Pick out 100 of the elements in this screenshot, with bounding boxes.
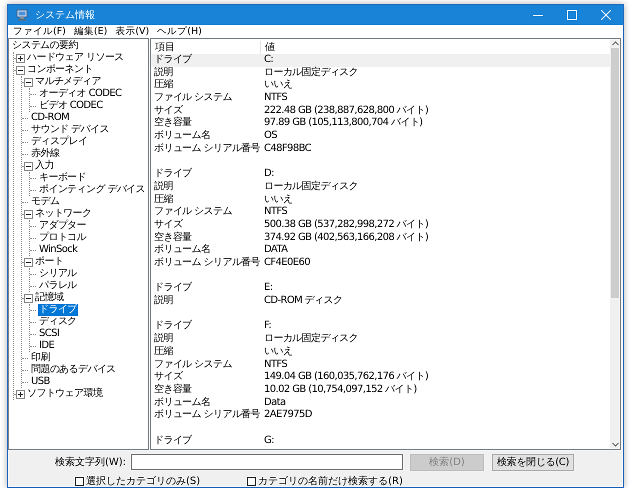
- expand-icon[interactable]: [16, 390, 25, 398]
- tree-item[interactable]: ドライブ: [38, 304, 78, 316]
- tree-item[interactable]: WinSock: [38, 244, 78, 256]
- table-cell-text: Data: [263, 396, 286, 410]
- tree-item[interactable]: 印刷: [30, 352, 51, 364]
- table-cell-text: ファイル システム: [153, 358, 232, 371]
- collapse-icon[interactable]: [24, 294, 33, 302]
- table-cell-text: ドライブ: [153, 320, 192, 332]
- window-title: システム情報: [35, 8, 96, 22]
- menu-item[interactable]: 編集(E): [70, 25, 112, 38]
- table-cell-text: C:: [263, 54, 274, 67]
- tree-item[interactable]: システムの要約: [11, 40, 79, 52]
- close-icon[interactable]: [601, 10, 611, 20]
- scroll-up-icon[interactable]: [612, 41, 618, 46]
- collapse-icon[interactable]: [16, 66, 25, 74]
- collapse-icon[interactable]: [24, 258, 33, 266]
- tree-item[interactable]: ポート: [34, 256, 64, 268]
- table-cell-text: ドライブ: [153, 54, 192, 66]
- table-cell-text: 500.38 GB (537,282,998,272 バイト): [263, 218, 430, 232]
- tree-item[interactable]: ソフトウェア環境: [26, 388, 104, 400]
- menu-item[interactable]: ファイル(F): [9, 25, 70, 38]
- collapse-icon[interactable]: [24, 162, 33, 170]
- tree-item[interactable]: ディスク: [38, 316, 78, 328]
- tree-item[interactable]: 入力: [34, 160, 55, 172]
- table-cell-text: ドライブ: [153, 168, 192, 180]
- tree-item[interactable]: CD-ROM: [30, 112, 70, 124]
- computer-icon: [16, 9, 29, 21]
- tree-item[interactable]: マルチメディア: [34, 76, 102, 88]
- tree-item[interactable]: IDE: [38, 340, 56, 352]
- checkbox[interactable]: [247, 476, 256, 486]
- table-cell-text: 222.48 GB (238,887,628,800 バイト): [263, 104, 430, 117]
- table-cell-text: CF4E0E60: [263, 257, 312, 270]
- checkbox-option[interactable]: カテゴリの名前だけ検索する(R): [247, 474, 403, 488]
- tree-item[interactable]: アダプター: [38, 220, 88, 232]
- table-cell-text: 10.02 GB (10,754,097,152 バイト): [263, 384, 418, 397]
- maximize-icon[interactable]: [567, 10, 577, 20]
- table-cell-text: 空き容量: [153, 117, 192, 130]
- search-label: 検索文字列(W):: [54, 456, 127, 469]
- tree-item[interactable]: オーディオ CODEC: [38, 88, 122, 100]
- table-cell-text: 374.92 GB (402,563,166,208 バイト): [263, 232, 430, 244]
- selected-row[interactable]: ドライブ C:: [151, 54, 610, 67]
- tree-item[interactable]: 記憶域: [34, 292, 64, 304]
- table-cell-text: E:: [263, 282, 274, 296]
- table-cell-text: いいえ: [263, 346, 294, 359]
- table-cell-text: ボリューム シリアル番号: [153, 409, 260, 422]
- table-cell-text: G:: [263, 434, 275, 448]
- tree-item[interactable]: モデム: [30, 196, 60, 208]
- table-cell-text: ボリューム シリアル番号: [153, 142, 260, 156]
- scrollbar-thumb[interactable]: [611, 48, 619, 298]
- tree-item[interactable]: 問題のあるデバイス: [30, 364, 117, 376]
- tree-item[interactable]: 赤外線: [30, 148, 60, 160]
- tree-item[interactable]: コンポーネント: [26, 64, 94, 76]
- table-cell-text: ファイル システム: [153, 206, 232, 219]
- tree-item[interactable]: ビデオ CODEC: [38, 100, 104, 112]
- tree-item[interactable]: USB: [30, 376, 51, 388]
- close-search-button[interactable]: 検索を閉じる(C): [492, 454, 574, 470]
- table-cell-text: NTFS: [263, 358, 288, 372]
- tree-item[interactable]: キーボード: [38, 172, 88, 184]
- checkbox[interactable]: [75, 476, 84, 486]
- collapse-icon[interactable]: [24, 78, 33, 86]
- expand-icon[interactable]: [16, 54, 25, 62]
- table-cell-text: サイズ: [153, 104, 182, 116]
- table-cell-text: 2AE7975D: [263, 409, 313, 422]
- tree-item[interactable]: サウンド デバイス: [30, 124, 110, 136]
- collapse-icon[interactable]: [24, 210, 33, 218]
- table-cell-text: ファイル システム: [153, 92, 232, 105]
- table-cell-text: F:: [263, 320, 272, 334]
- table-cell-text: 149.04 GB (160,035,762,176 バイト): [263, 371, 430, 384]
- scrollbar[interactable]: [610, 39, 620, 449]
- tree-item[interactable]: ネットワーク: [34, 208, 92, 220]
- table-cell-text: NTFS: [263, 206, 288, 219]
- table-cell-text: 説明: [153, 66, 173, 78]
- table-cell-text: 説明: [153, 333, 173, 346]
- checkbox-option[interactable]: 選択したカテゴリのみ(S): [75, 474, 200, 488]
- table-cell-text: DATA: [263, 244, 289, 258]
- tree-item[interactable]: SCSI: [38, 328, 60, 340]
- column-header[interactable]: 値: [261, 41, 610, 54]
- table-cell-text: CD-ROM ディスク: [263, 295, 344, 308]
- table-cell-text: ローカル固定ディスク: [263, 180, 360, 194]
- menu-item[interactable]: ヘルプ(H): [153, 25, 206, 38]
- table-cell-text: 説明: [153, 180, 173, 194]
- search-field[interactable]: [131, 454, 403, 470]
- table-cell-text: ローカル固定ディスク: [263, 66, 360, 80]
- table-cell-text: 空き容量: [153, 232, 192, 244]
- table-cell-text: ローカル固定ディスク: [263, 333, 360, 346]
- table-cell-text: D:: [263, 168, 275, 181]
- scroll-down-icon[interactable]: [612, 442, 618, 447]
- tree-item[interactable]: パラレル: [38, 280, 78, 292]
- menu-item[interactable]: 表示(V): [111, 25, 154, 38]
- tree-item[interactable]: プロトコル: [38, 232, 88, 244]
- tree-item[interactable]: ポインティング デバイス: [38, 184, 146, 196]
- table-cell-text: 空き容量: [153, 384, 192, 397]
- table-cell-text: 説明: [153, 295, 173, 308]
- tree-item[interactable]: ハードウェア リソース: [26, 52, 125, 64]
- table-cell-text: OS: [263, 130, 278, 143]
- table-cell-text: 97.89 GB (105,113,800,704 バイト): [263, 117, 424, 130]
- table-cell-text: 圧縮: [153, 194, 173, 206]
- tree-item[interactable]: ディスプレイ: [30, 136, 88, 148]
- tree-item[interactable]: シリアル: [38, 268, 78, 280]
- table-cell-text: ボリューム名: [153, 130, 210, 143]
